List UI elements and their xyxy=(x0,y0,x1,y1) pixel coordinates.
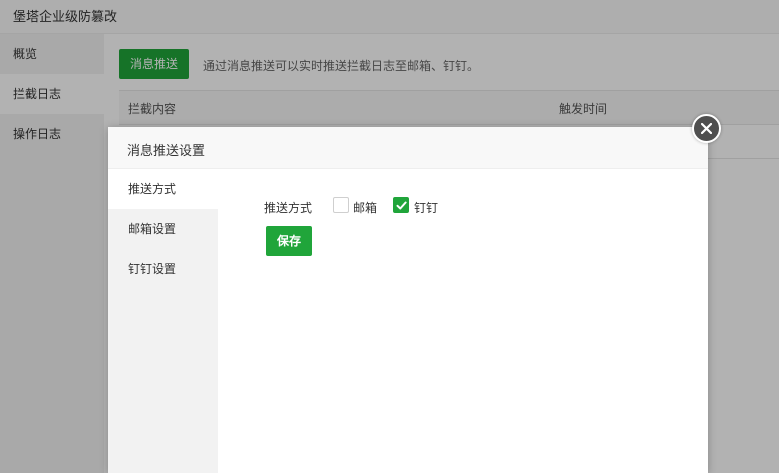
dialog-header: 消息推送设置 xyxy=(108,127,708,169)
nav-item-push-method[interactable]: 推送方式 xyxy=(108,169,218,209)
dingtalk-checkbox-label[interactable]: 钉钉 xyxy=(414,199,438,216)
email-checkbox-label[interactable]: 邮箱 xyxy=(353,199,377,216)
dialog-body: 推送方式 邮箱 钉钉 保存 xyxy=(218,169,708,473)
save-button[interactable]: 保存 xyxy=(266,226,312,256)
email-checkbox[interactable] xyxy=(333,197,349,213)
close-dialog-button[interactable] xyxy=(692,114,721,143)
nav-item-email-settings[interactable]: 邮箱设置 xyxy=(108,209,218,249)
nav-item-dingtalk-settings[interactable]: 钉钉设置 xyxy=(108,249,218,289)
dingtalk-checkbox[interactable] xyxy=(393,197,409,213)
close-icon xyxy=(701,123,712,134)
dialog-title: 消息推送设置 xyxy=(127,144,206,159)
message-push-settings-dialog: 消息推送设置 推送方式 邮箱设置 钉钉设置 推送方式 邮箱 钉钉 保存 xyxy=(108,127,708,473)
dialog-nav: 推送方式 邮箱设置 钉钉设置 xyxy=(108,169,218,473)
checkmark-icon xyxy=(396,201,407,210)
push-method-label: 推送方式 xyxy=(264,201,313,215)
